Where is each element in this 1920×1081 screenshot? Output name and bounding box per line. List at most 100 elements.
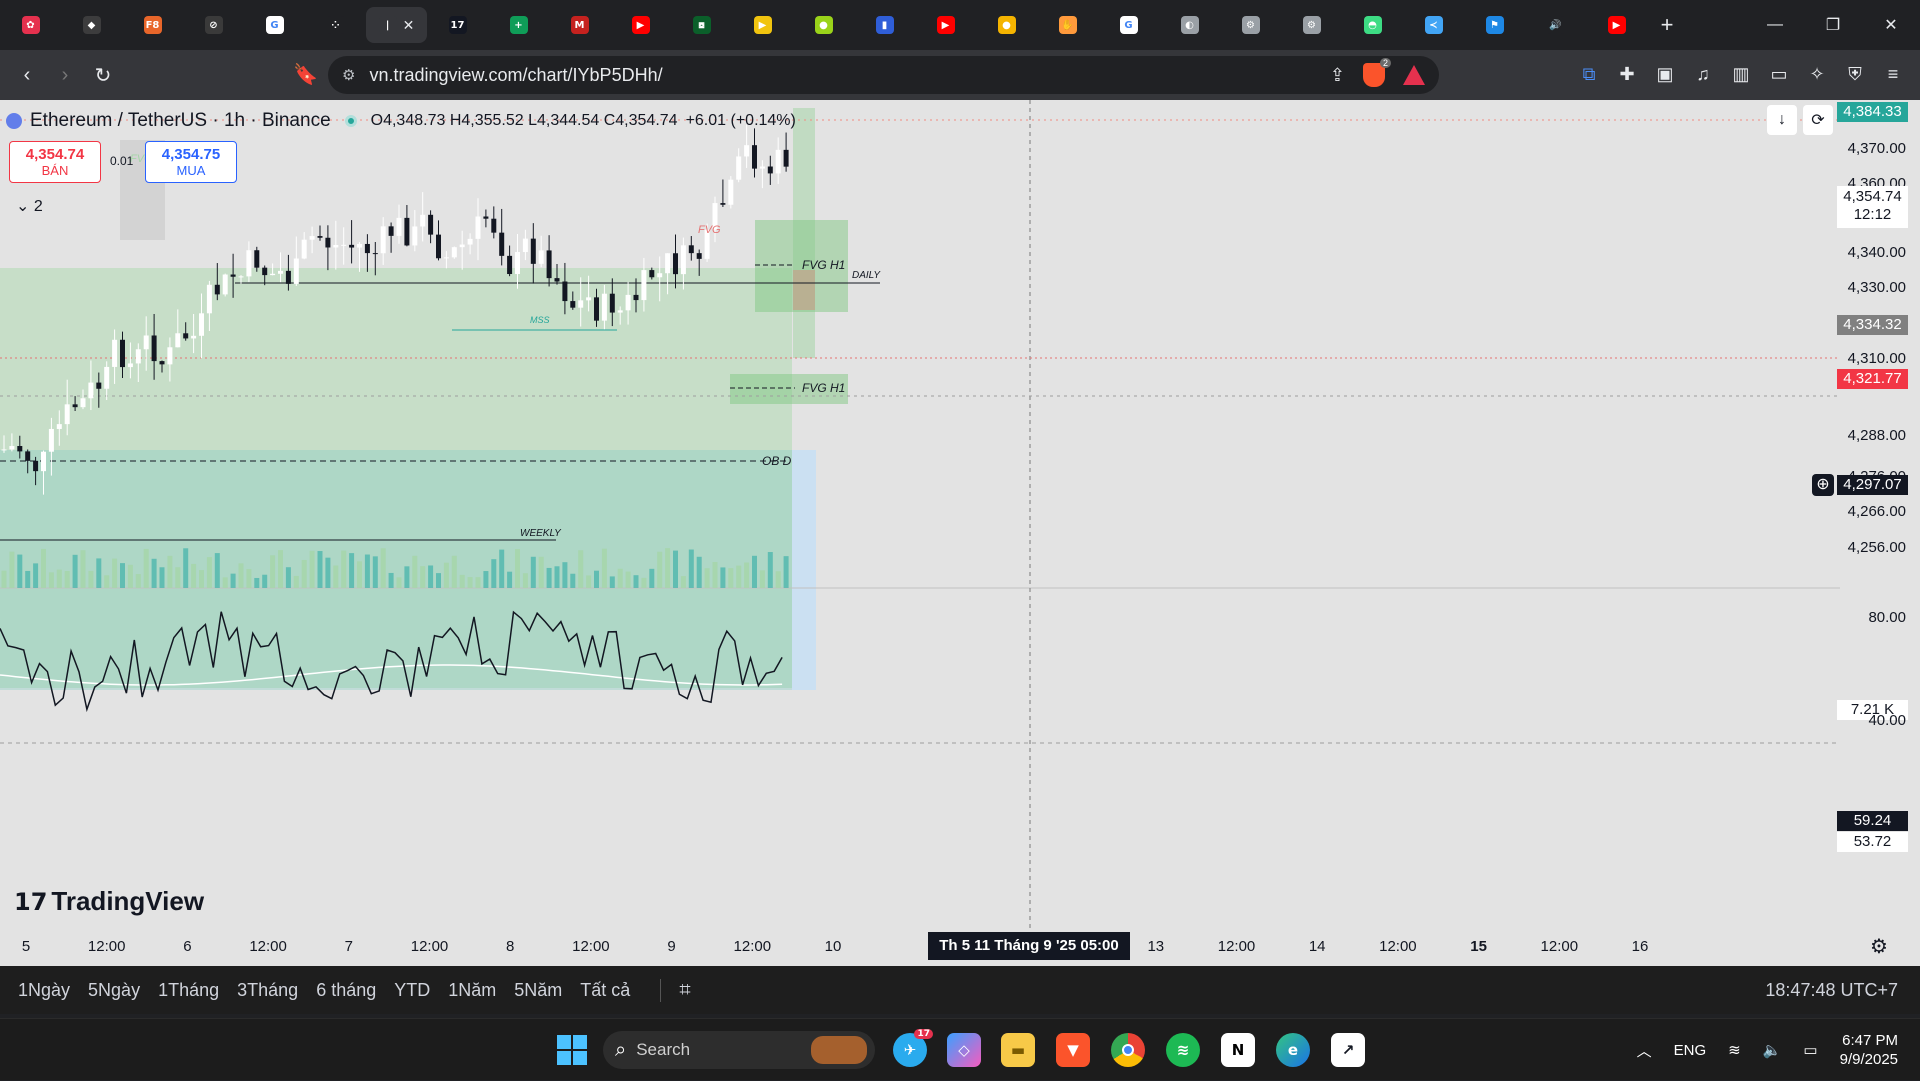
browser-tab[interactable]: + [488,7,549,43]
volume-icon[interactable]: 🔈 [1763,1041,1782,1059]
range-button[interactable]: 1Năm [448,980,496,1001]
volume-bar [752,555,757,588]
share-icon[interactable]: ⇪ [1330,65,1345,86]
notion-icon[interactable]: N [1221,1033,1255,1067]
browser-tab[interactable]: ● [976,7,1037,43]
new-tab-icon[interactable]: + [1649,12,1685,38]
minimize-icon[interactable]: — [1746,0,1804,50]
chrome-icon[interactable] [1111,1033,1145,1067]
edge-icon[interactable]: e [1276,1033,1310,1067]
translate-icon[interactable]: ⧉ [1576,60,1602,88]
range-button[interactable]: 3Tháng [237,980,298,1001]
brave-browser-icon[interactable]: ▼ [1056,1033,1090,1067]
brave-shields-icon[interactable]: 2 [1363,58,1391,87]
tradingview-logo[interactable]: 17 TradingView [14,886,204,917]
bookmark-icon[interactable]: 🔖 [293,62,318,87]
candle-body [601,293,607,321]
range-button[interactable]: 6 tháng [316,980,376,1001]
battery-icon[interactable]: ▭ [1803,1041,1817,1059]
browser-tab[interactable]: ▮ [854,7,915,43]
candle-body [388,226,394,236]
browser-tab[interactable]: ▶ [732,7,793,43]
language-indicator[interactable]: ENG [1674,1042,1707,1059]
stock-app-icon[interactable]: ↗ [1331,1033,1365,1067]
browser-tab[interactable]: ≺ [1403,7,1464,43]
copilot-icon[interactable]: ◇ [947,1033,981,1067]
brave-rewards-icon[interactable] [1403,65,1425,85]
youtube-icon: ▶ [631,16,650,34]
address-bar[interactable]: ⚙ vn.tradingview.com/chart/IYbP5DHh/ ⇪ 2 [328,56,1439,94]
indicator-collapse-toggle[interactable]: ⌄ 2 [16,196,43,216]
browser-tab[interactable]: ✿ [0,7,61,43]
sell-button[interactable]: 4,354.74 BÁN [9,141,101,183]
browser-tab[interactable]: ⚑ [1464,7,1525,43]
candle-body [436,234,441,259]
back-icon[interactable]: ‹ [8,56,46,94]
browser-tab[interactable]: ▶ [915,7,976,43]
extensions-icon[interactable]: ✚ [1614,60,1640,88]
range-button[interactable]: 5Năm [514,980,562,1001]
browser-tab[interactable]: G [244,7,305,43]
browser-tab[interactable]: | ✕ [366,7,427,43]
range-button[interactable]: Tất cả [580,980,630,1001]
browser-tab[interactable]: ⁘ [305,7,366,43]
browser-tab[interactable]: ⚙ [1220,7,1281,43]
browser-tab[interactable]: 🔊 [1525,7,1586,43]
range-button[interactable]: 1Ngày [18,980,70,1001]
volume-bar [309,550,315,588]
telegram-icon[interactable]: ✈ 17 [893,1029,933,1067]
price-axis-label: 4,266.00 [1847,503,1906,520]
browser-tab[interactable]: ✋ [1037,7,1098,43]
volume-bar [333,565,339,588]
browser-tab[interactable]: ◓ [1342,7,1403,43]
browser-tab[interactable]: ⧇ [671,7,732,43]
maximize-icon[interactable]: ❐ [1804,0,1862,50]
chart-settings-icon[interactable]: ⚙ [1870,934,1888,959]
buy-button[interactable]: 4,354.75 MUA [145,141,237,183]
leo-ai-icon[interactable]: ✧ [1804,60,1830,88]
site-info-icon[interactable]: ⚙ [342,66,355,84]
forward-icon[interactable]: › [46,56,84,94]
taskbar-search[interactable]: ⌕ Search [603,1031,875,1069]
browser-tab[interactable]: ▶ [1586,7,1647,43]
wallet-icon[interactable]: ▭ [1766,60,1792,88]
range-button[interactable]: 1Tháng [158,980,219,1001]
system-clock[interactable]: 6:47 PM 9/9/2025 [1840,1031,1898,1069]
browser-tab[interactable]: ◆ [61,7,122,43]
browser-tab[interactable]: G [1098,7,1159,43]
media-icon[interactable]: ♫ [1690,60,1716,88]
browser-tab[interactable]: ▶ [610,7,671,43]
candlestick-chart[interactable]: FVGFVGFVG H1FVG H1DAILYOB DWEEKLYMSS [0,100,1920,966]
browser-tab[interactable]: ⚙ [1281,7,1342,43]
wifi-icon[interactable]: ≋ [1728,1041,1741,1059]
close-window-icon[interactable]: ✕ [1862,0,1920,50]
chart-clock[interactable]: 18:47:48 UTC+7 [1765,980,1898,1001]
sidebar-icon[interactable]: ▥ [1728,60,1754,88]
browser-tab[interactable]: ⊘ [183,7,244,43]
sync-icon[interactable]: ⟳ [1803,105,1833,135]
vpn-icon[interactable]: ⛨ [1842,60,1868,88]
range-button[interactable]: YTD [394,980,430,1001]
windows-start-icon[interactable] [557,1035,587,1065]
browser-tab[interactable]: 17 [427,7,488,43]
chart-area[interactable]: FVG FVG FVG H1 FVG H1 DAILY OB D WEEKLY MSS Eth… [0,100,1920,966]
browser-tab[interactable]: ● [793,7,854,43]
reload-icon[interactable]: ↻ [84,56,122,94]
reader-icon[interactable]: ▣ [1652,60,1678,88]
tab-strip: ✿ ◆ F8 ⊘ G ⁘ | ✕ 17 + M ▶ ⧇ ▶ ● ▮ ▶ ● ✋ G ◐ ⚙ ⚙ ◓ ≺ ⚑ 🔊 ▶ + [0,0,1920,50]
file-explorer-icon[interactable]: ▬ [1001,1033,1035,1067]
candle-body [206,284,212,314]
browser-tab[interactable]: M [549,7,610,43]
tray-chevron-icon[interactable]: ︿ [1637,1040,1652,1061]
add-alert-icon[interactable]: ⊕ [1812,474,1834,496]
browser-tab[interactable]: F8 [122,7,183,43]
symbol-title[interactable]: Ethereum / TetherUS · 1h · Binance [30,110,331,132]
spotify-icon[interactable]: ≋ [1166,1033,1200,1067]
flutter-icon: ≺ [1424,16,1443,34]
range-button[interactable]: 5Ngày [88,980,140,1001]
browser-tab[interactable]: ◐ [1159,7,1220,43]
scroll-to-latest-icon[interactable]: ↓ [1767,105,1797,135]
menu-icon[interactable]: ≡ [1880,60,1906,88]
goto-date-icon[interactable]: ⌗ [660,978,691,1002]
close-tab-icon[interactable]: ✕ [403,17,415,34]
